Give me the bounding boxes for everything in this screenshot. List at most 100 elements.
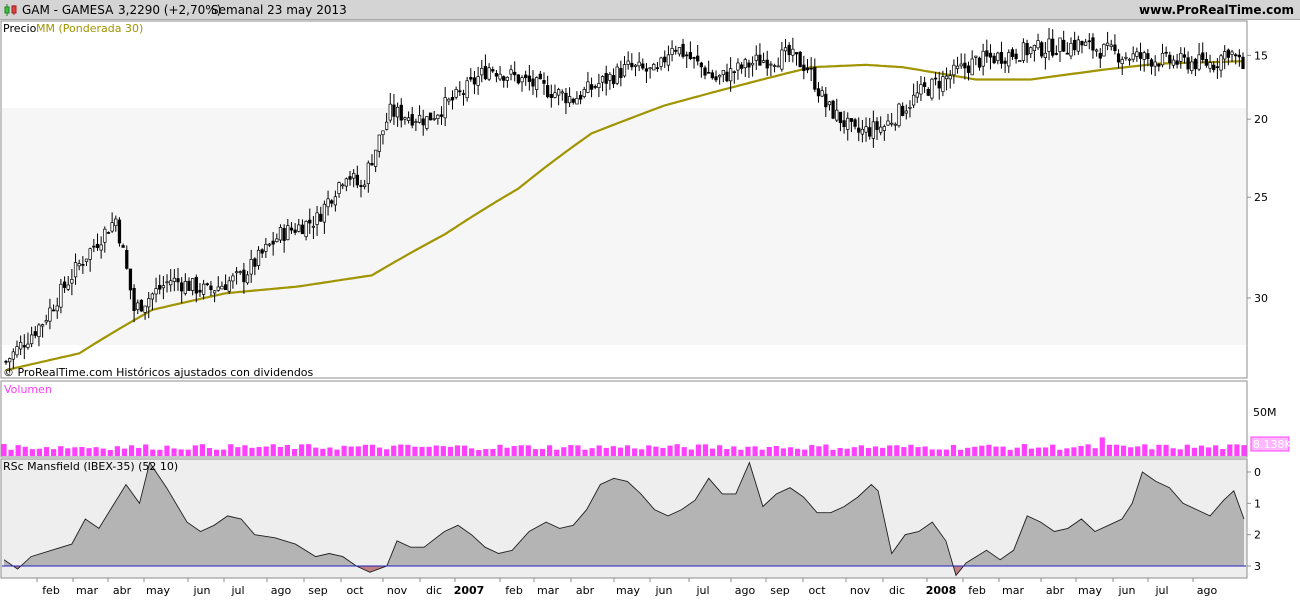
candle-body bbox=[128, 268, 133, 291]
chart-canvas[interactable]: 30252015 Precio MM (Ponderada 30) © ProR… bbox=[0, 20, 1300, 600]
candle-body bbox=[425, 116, 429, 129]
volume-bar bbox=[1035, 447, 1042, 456]
candle-body bbox=[180, 282, 184, 292]
candle-body bbox=[699, 62, 703, 68]
candle-body bbox=[1131, 53, 1135, 60]
volume-bar bbox=[171, 448, 177, 456]
candle-body bbox=[516, 74, 520, 84]
volume-bar bbox=[568, 445, 574, 456]
candle-body bbox=[363, 184, 367, 187]
candle-body bbox=[73, 262, 78, 278]
volume-bar bbox=[816, 446, 822, 456]
volume-bar bbox=[348, 446, 354, 456]
volume-bar bbox=[100, 448, 106, 456]
volume-bar bbox=[865, 447, 872, 456]
candle-body bbox=[1237, 54, 1241, 58]
volume-bar bbox=[844, 448, 850, 456]
volume-bar bbox=[419, 446, 425, 456]
candle-body bbox=[560, 91, 564, 94]
candle-body bbox=[831, 100, 835, 119]
candle-body bbox=[615, 66, 619, 84]
candle-body bbox=[509, 69, 513, 75]
volume-bar bbox=[660, 447, 666, 456]
candle-body bbox=[103, 228, 107, 243]
site-link[interactable]: www.ProRealTime.com bbox=[1139, 3, 1294, 17]
volume-bar bbox=[447, 446, 453, 456]
volume-bar bbox=[965, 447, 971, 456]
candle-body bbox=[992, 55, 996, 64]
candle-body bbox=[641, 63, 645, 69]
candle-body bbox=[922, 82, 927, 87]
candle-body bbox=[736, 62, 740, 71]
price-panel[interactable]: 30 25 20 15 Precio MM (Ponderada 30) © ProR… bbox=[0, 20, 1268, 379]
volume-bar bbox=[539, 448, 546, 456]
x-axis-label: 2008 bbox=[926, 584, 957, 597]
candle-body bbox=[1138, 52, 1143, 59]
volume-bar bbox=[1, 444, 7, 456]
volume-bar bbox=[802, 449, 808, 456]
candle-body bbox=[403, 117, 407, 120]
volume-bar bbox=[688, 449, 694, 456]
volume-bar bbox=[653, 446, 659, 456]
symbol-label: GAM - GAMESA bbox=[22, 3, 114, 17]
candle-body bbox=[637, 61, 641, 67]
candle-body bbox=[231, 275, 235, 282]
candle-body bbox=[1215, 66, 1220, 69]
candle-body bbox=[791, 48, 795, 56]
volume-bar bbox=[901, 447, 907, 456]
candle-body bbox=[458, 90, 462, 93]
volume-bar bbox=[483, 449, 489, 456]
candle-body bbox=[1226, 49, 1230, 58]
volume-bar bbox=[376, 447, 383, 456]
candle-body bbox=[513, 71, 517, 76]
volume-bar bbox=[603, 447, 609, 456]
candle-body bbox=[315, 212, 319, 225]
candle-body bbox=[256, 249, 261, 266]
x-axis-label: sep bbox=[770, 584, 789, 597]
x-axis-label: mar bbox=[537, 584, 559, 597]
volume-bar bbox=[709, 448, 716, 456]
volume-bar bbox=[192, 445, 198, 456]
candle-body bbox=[139, 299, 144, 312]
candle-body bbox=[882, 126, 886, 131]
candle-body bbox=[480, 68, 484, 76]
rsc-tick-label: 2 bbox=[1254, 529, 1261, 542]
x-axis-label: abr bbox=[113, 584, 132, 597]
candle-body bbox=[1127, 58, 1132, 61]
volume-bar bbox=[639, 449, 645, 456]
candle-body bbox=[1094, 49, 1099, 52]
candle-body bbox=[769, 63, 773, 66]
candle-body bbox=[19, 341, 23, 350]
candle-body bbox=[176, 278, 180, 283]
candle-body bbox=[575, 98, 579, 105]
candle-body bbox=[472, 77, 477, 85]
volume-bar bbox=[1007, 449, 1013, 456]
volume-bar bbox=[766, 447, 772, 456]
candle-body bbox=[1062, 39, 1066, 52]
price-label: 3,2290 (+2,70%) bbox=[118, 3, 222, 17]
volume-panel[interactable]: Volumen 50M 8.138K bbox=[0, 380, 1292, 458]
volume-bar bbox=[121, 448, 128, 456]
candle-body bbox=[275, 238, 279, 242]
candle-body bbox=[370, 162, 374, 166]
candle-body bbox=[966, 65, 971, 73]
candle-body bbox=[659, 57, 663, 67]
volume-bar bbox=[65, 448, 71, 456]
candle-body bbox=[1047, 38, 1051, 52]
candle-body bbox=[117, 219, 122, 244]
volume-bar bbox=[51, 449, 57, 456]
volume-bar bbox=[1198, 445, 1205, 456]
candle-body bbox=[377, 134, 381, 152]
candle-body bbox=[33, 331, 37, 336]
volume-bar bbox=[1050, 444, 1056, 456]
x-axis-label: jun bbox=[655, 584, 673, 597]
candle-body bbox=[92, 245, 96, 248]
volume-bar bbox=[738, 449, 744, 456]
rsc-panel[interactable]: 3 2 1 0 RSc Mansfield (IBEX-35) (52 10) bbox=[0, 458, 1261, 579]
candle-body bbox=[985, 50, 989, 57]
candle-body bbox=[355, 174, 359, 186]
price-tick-label: 15 bbox=[1254, 49, 1268, 62]
candle-body bbox=[494, 73, 499, 77]
candle-body bbox=[154, 288, 158, 295]
candle-body bbox=[1018, 60, 1022, 62]
